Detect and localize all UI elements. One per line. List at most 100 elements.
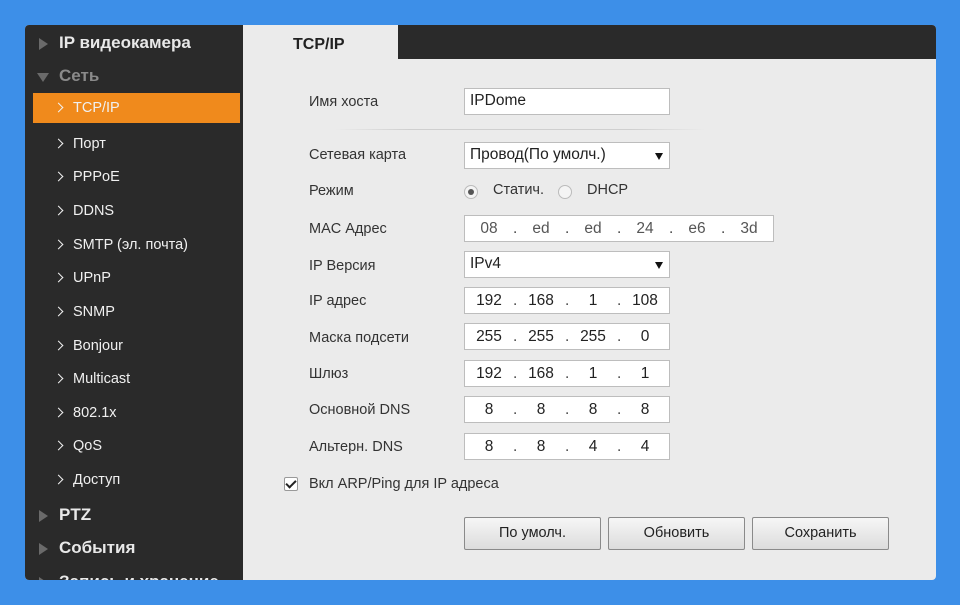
sidebar-item-smtp[interactable]: SMTP (эл. почта) <box>33 230 240 260</box>
nic-select[interactable]: Провод(По умолч.) <box>464 142 670 169</box>
ip-address-field[interactable]: 192. 168. 1. 108 <box>464 287 670 314</box>
mac-octet: 08 <box>480 219 498 237</box>
sidebar-item-label: SNMP <box>73 304 115 320</box>
default-button[interactable]: По умолч. <box>464 517 601 550</box>
dns-octet[interactable]: 4 <box>569 438 617 456</box>
gateway-field[interactable]: 192. 168. 1. 1 <box>464 360 670 387</box>
sidebar-item-ddns[interactable]: DDNS <box>33 196 240 226</box>
chevron-right-icon <box>53 440 64 451</box>
gateway-octet[interactable]: 168 <box>517 365 565 383</box>
dns-octet[interactable]: 4 <box>621 438 669 456</box>
expand-arrow-icon <box>39 543 48 555</box>
mask-octet[interactable]: 255 <box>465 328 513 346</box>
sidebar-item-label: 802.1x <box>73 405 117 421</box>
mac-octet: 3d <box>740 219 758 237</box>
sidebar-item-label: SMTP (эл. почта) <box>73 237 188 253</box>
dns-octet[interactable]: 8 <box>621 401 669 419</box>
nic-select-value: Провод(По умолч.) <box>470 146 606 163</box>
dropdown-arrow-icon <box>655 153 663 160</box>
mac-label: MAC Адрес <box>309 221 387 237</box>
mask-octet[interactable]: 255 <box>517 328 565 346</box>
hostname-label: Имя хоста <box>309 94 379 110</box>
chevron-right-icon <box>53 102 64 113</box>
primary-dns-label: Основной DNS <box>309 402 411 418</box>
sidebar-item-upnp[interactable]: UPnP <box>33 263 240 293</box>
ip-octet[interactable]: 192 <box>465 292 513 310</box>
sidebar-item-port[interactable]: Порт <box>33 129 240 159</box>
sidebar-item-label: TCP/IP <box>73 100 120 116</box>
divider <box>335 129 705 130</box>
chevron-right-icon <box>53 239 64 250</box>
mask-octet[interactable]: 0 <box>621 328 669 346</box>
tab-label: TCP/IP <box>293 36 345 53</box>
dns-octet[interactable]: 8 <box>465 401 513 419</box>
alternate-dns-field[interactable]: 8. 8. 4. 4 <box>464 433 670 460</box>
mac-octet: 24 <box>636 219 654 237</box>
arp-ping-checkbox[interactable] <box>284 477 298 491</box>
static-radio[interactable] <box>464 185 478 199</box>
tab-tcpip[interactable]: TCP/IP <box>243 25 398 59</box>
sidebar-item-label: QoS <box>73 438 103 454</box>
gateway-octet[interactable]: 192 <box>465 365 513 383</box>
subnet-mask-label: Маска подсети <box>309 330 409 346</box>
save-button[interactable]: Сохранить <box>752 517 889 550</box>
sidebar-category-storage[interactable]: Запись и хранение <box>25 568 243 580</box>
collapse-arrow-icon <box>37 73 49 82</box>
sidebar-category-label: События <box>59 538 136 557</box>
sidebar-category-label: PTZ <box>59 505 92 524</box>
dns-octet[interactable]: 8 <box>569 401 617 419</box>
sidebar-item-label: Доступ <box>73 472 121 488</box>
hostname-input[interactable]: IPDome <box>464 88 670 115</box>
sidebar-item-label: Multicast <box>73 371 131 387</box>
sidebar-item-pppoe[interactable]: PPPoE <box>33 162 240 192</box>
sidebar-item-access[interactable]: Доступ <box>33 465 240 495</box>
dns-octet[interactable]: 8 <box>465 438 513 456</box>
sidebar-category-label: Запись и хранение <box>59 572 219 580</box>
expand-arrow-icon <box>39 38 48 50</box>
mac-octet: ed <box>532 219 550 237</box>
ip-version-select[interactable]: IPv4 <box>464 251 670 278</box>
gateway-octet[interactable]: 1 <box>569 365 617 383</box>
app-window: IP видеокамера Сеть TCP/IP Порт PPPoE DD… <box>25 25 936 580</box>
alternate-dns-label: Альтерн. DNS <box>309 439 403 455</box>
chevron-right-icon <box>53 340 64 351</box>
gateway-label: Шлюз <box>309 366 349 382</box>
dns-octet[interactable]: 8 <box>517 438 565 456</box>
sidebar-item-snmp[interactable]: SNMP <box>33 297 240 327</box>
arp-ping-label: Вкл ARP/Ping для IP адреса <box>309 476 499 492</box>
refresh-button[interactable]: Обновить <box>608 517 745 550</box>
sidebar-item-label: PPPoE <box>73 169 120 185</box>
ip-octet[interactable]: 108 <box>621 292 669 310</box>
chevron-right-icon <box>53 205 64 216</box>
ip-octet[interactable]: 1 <box>569 292 617 310</box>
chevron-right-icon <box>53 407 64 418</box>
sidebar-category-events[interactable]: События <box>25 534 243 562</box>
sidebar-item-label: UPnP <box>73 270 111 286</box>
sidebar-category-network[interactable]: Сеть <box>25 62 243 90</box>
sidebar-category-label: IP видеокамера <box>59 33 191 52</box>
mac-address-field: 08. ed. ed. 24. e6. 3d <box>464 215 774 242</box>
primary-dns-field[interactable]: 8. 8. 8. 8 <box>464 396 670 423</box>
expand-arrow-icon <box>39 577 48 580</box>
sidebar-item-8021x[interactable]: 802.1x <box>33 398 240 428</box>
expand-arrow-icon <box>39 510 48 522</box>
sidebar-item-multicast[interactable]: Multicast <box>33 364 240 394</box>
sidebar-item-tcpip[interactable]: TCP/IP <box>33 93 240 123</box>
sidebar-item-bonjour[interactable]: Bonjour <box>33 331 240 361</box>
subnet-mask-field[interactable]: 255. 255. 255. 0 <box>464 323 670 350</box>
sidebar-item-label: DDNS <box>73 203 115 219</box>
gateway-octet[interactable]: 1 <box>621 365 669 383</box>
sidebar-item-label: Порт <box>73 136 106 152</box>
chevron-right-icon <box>53 474 64 485</box>
sidebar-item-qos[interactable]: QoS <box>33 431 240 461</box>
dns-octet[interactable]: 8 <box>517 401 565 419</box>
ip-octet[interactable]: 168 <box>517 292 565 310</box>
dropdown-arrow-icon <box>655 262 663 269</box>
sidebar-category-camera[interactable]: IP видеокамера <box>25 29 243 57</box>
chevron-right-icon <box>53 138 64 149</box>
mask-octet[interactable]: 255 <box>569 328 617 346</box>
static-radio-label: Статич. <box>493 182 545 198</box>
dhcp-radio[interactable] <box>558 185 572 199</box>
chevron-right-icon <box>53 272 64 283</box>
sidebar-category-ptz[interactable]: PTZ <box>25 501 243 529</box>
